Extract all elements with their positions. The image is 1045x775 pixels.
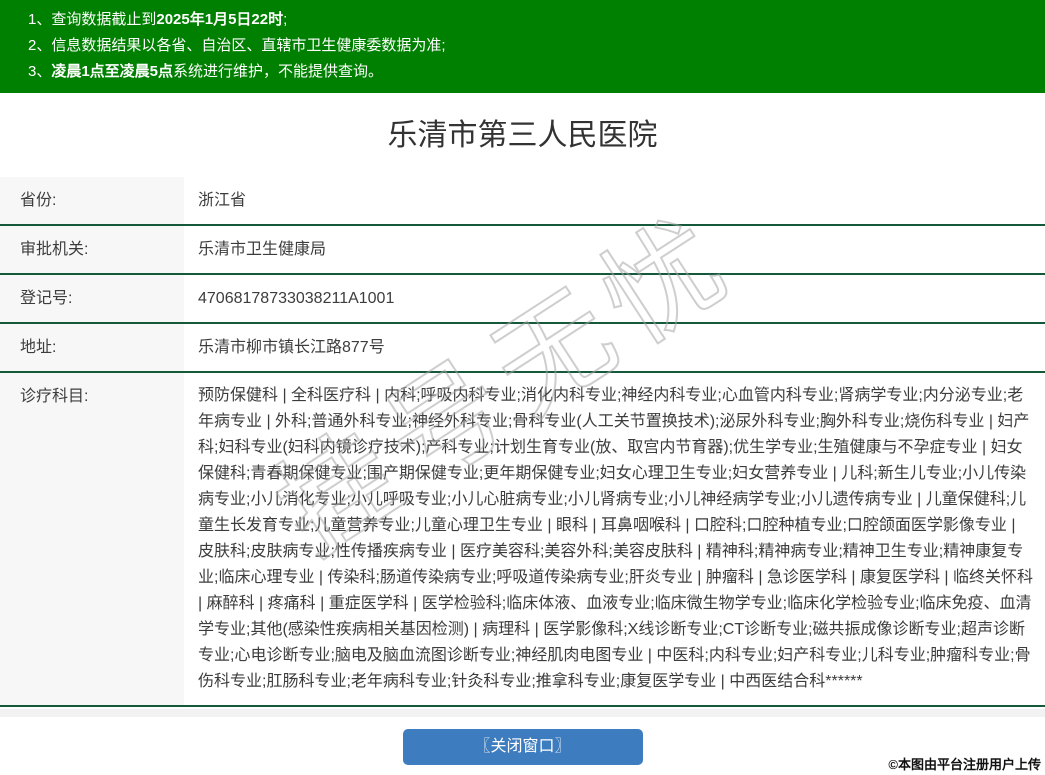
row-label: 登记号: bbox=[0, 275, 184, 322]
table-footer-strip bbox=[0, 709, 1045, 717]
page-title: 乐清市第三人民医院 bbox=[387, 119, 658, 152]
close-window-button[interactable]: 〖关闭窗口〗 bbox=[402, 729, 643, 765]
notice-3-bold: 凌晨1点至凌晨5点 bbox=[51, 63, 174, 80]
info-row-medical-departments: 诊疗科目: 预防保健科 | 全科医疗科 | 内科;呼吸内科专业;消化内科专业;神… bbox=[0, 371, 1045, 705]
notice-2-num: 2、 bbox=[28, 37, 52, 54]
row-label: 审批机关: bbox=[0, 226, 184, 273]
row-label: 省份: bbox=[0, 177, 184, 224]
row-label: 诊疗科目: bbox=[0, 373, 184, 705]
notice-3-num: 3、 bbox=[28, 63, 52, 80]
row-value: 乐清市柳市镇长江路877号 bbox=[184, 324, 1045, 371]
row-value: 预防保健科 | 全科医疗科 | 内科;呼吸内科专业;消化内科专业;神经内科专业;… bbox=[184, 373, 1045, 705]
notice-1-text: 查询数据截止到 bbox=[51, 11, 157, 28]
row-value: 乐清市卫生健康局 bbox=[184, 226, 1045, 273]
row-value: 47068178733038211A1001 bbox=[184, 275, 1045, 322]
notice-line-3: 3、凌晨1点至凌晨5点系统进行维护，不能提供查询。 bbox=[28, 59, 1035, 85]
hospital-info-table: 省份: 浙江省 审批机关: 乐清市卫生健康局 登记号: 470681787330… bbox=[0, 177, 1045, 707]
info-row-registration-number: 登记号: 47068178733038211A1001 bbox=[0, 273, 1045, 322]
notice-3-suffix: 系统进行维护，不能提供查询。 bbox=[173, 63, 384, 80]
info-row-province: 省份: 浙江省 bbox=[0, 177, 1045, 224]
notice-1-suffix: ; bbox=[283, 11, 288, 28]
info-row-address: 地址: 乐清市柳市镇长江路877号 bbox=[0, 322, 1045, 371]
row-value: 浙江省 bbox=[184, 177, 1045, 224]
row-label: 地址: bbox=[0, 324, 184, 371]
copyright-stamp: ©本图由平台注册用户上传 bbox=[888, 757, 1041, 772]
notice-line-1: 1、查询数据截止到2025年1月5日22时; bbox=[28, 7, 1035, 33]
notice-banner: 1、查询数据截止到2025年1月5日22时; 2、信息数据结果以各省、自治区、直… bbox=[0, 0, 1045, 93]
notice-line-2: 2、信息数据结果以各省、自治区、直辖市卫生健康委数据为准; bbox=[28, 33, 1035, 59]
notice-1-num: 1、 bbox=[28, 11, 52, 28]
info-row-approval-authority: 审批机关: 乐清市卫生健康局 bbox=[0, 224, 1045, 273]
notice-1-bold: 2025年1月5日22时 bbox=[156, 11, 284, 28]
notice-2-text: 信息数据结果以各省、自治区、直辖市卫生健康委数据为准; bbox=[51, 37, 446, 54]
